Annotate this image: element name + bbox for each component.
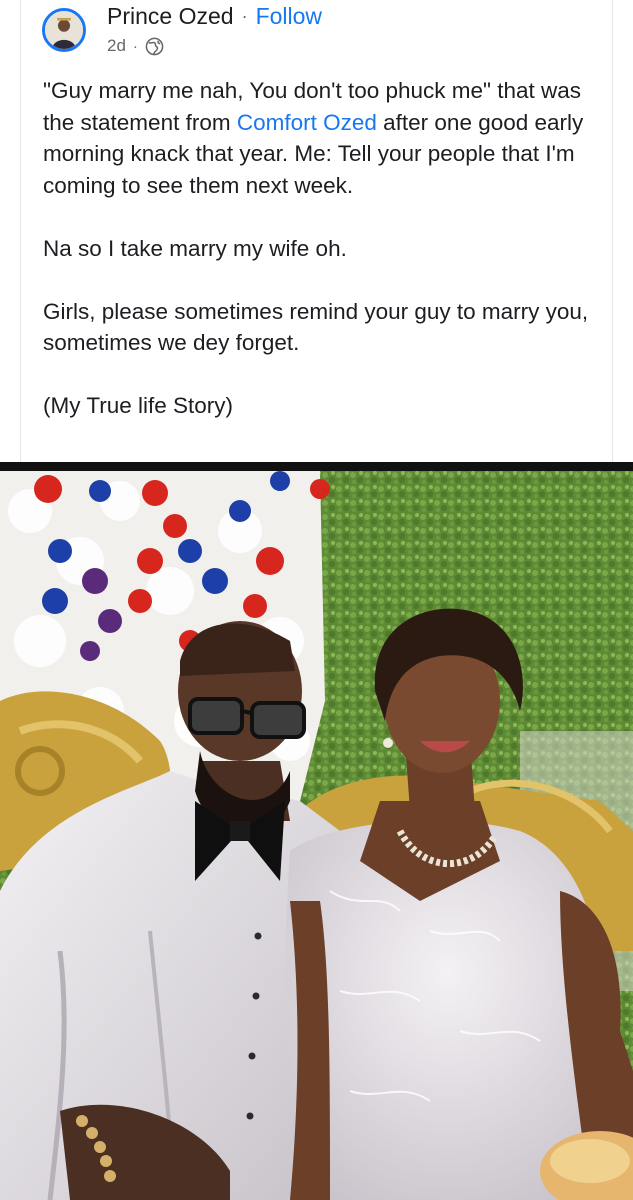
author-row: Prince Ozed · Follow xyxy=(107,2,322,30)
post-meta: 2d · xyxy=(107,35,164,57)
name-separator: · xyxy=(241,5,248,26)
post-paragraph: (My True life Story) xyxy=(43,393,234,418)
post-card: Prince Ozed · Follow 2d · "Guy marry me … xyxy=(20,0,613,462)
post-body: "Guy marry me nah, You don't too phuck m… xyxy=(43,75,603,422)
couple-wedding-photo xyxy=(0,471,633,1200)
author-name[interactable]: Prince Ozed xyxy=(107,3,234,30)
post-timestamp[interactable]: 2d xyxy=(107,36,126,56)
follow-button[interactable]: Follow xyxy=(256,3,322,30)
meta-separator: · xyxy=(132,37,138,55)
post-paragraph: Girls, please sometimes remind your guy … xyxy=(43,298,589,356)
globe-icon xyxy=(145,37,164,56)
post-header: Prince Ozed · Follow 2d · xyxy=(21,0,612,60)
mention-link[interactable]: Comfort Ozed xyxy=(237,110,377,135)
image-divider xyxy=(0,462,633,471)
post-paragraph: "Guy marry me nah, You don't too phuck m… xyxy=(43,75,603,201)
author-avatar[interactable] xyxy=(42,8,86,52)
avatar-image xyxy=(45,11,83,49)
post-photo[interactable] xyxy=(0,471,633,1200)
post-paragraph: Na so I take marry my wife oh. xyxy=(43,235,347,261)
